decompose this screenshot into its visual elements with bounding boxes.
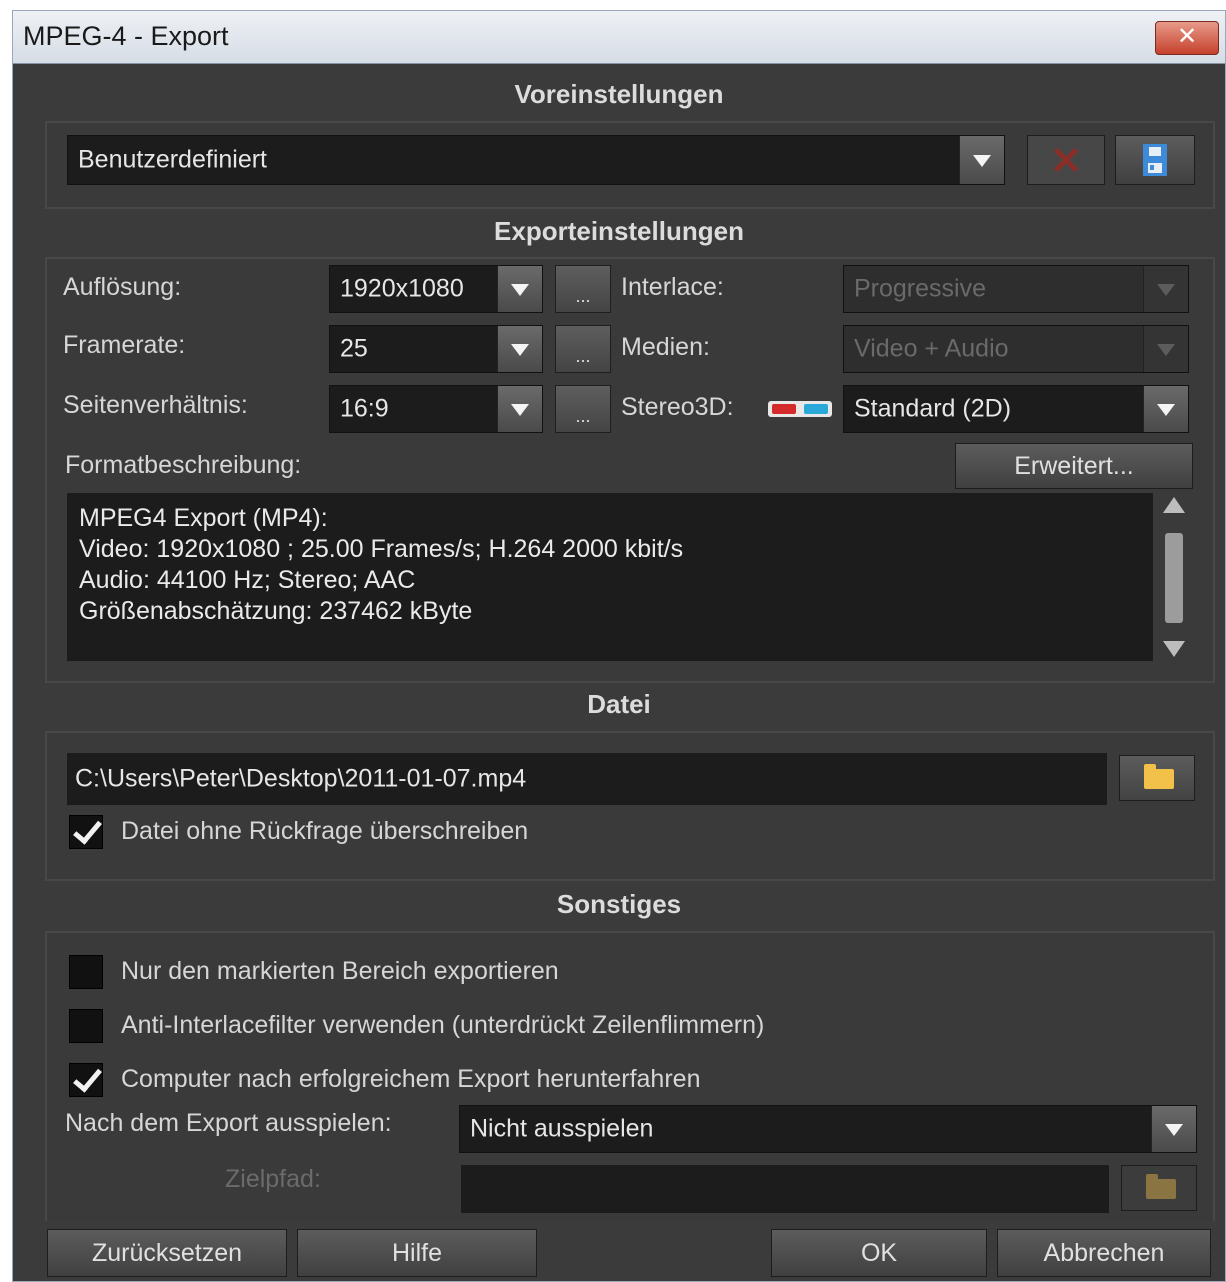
description-line: Audio: 44100 Hz; Stereo; AAC xyxy=(79,566,416,594)
export-settings-panel: Auflösung: 1920x1080 ... Framerate: 25 .… xyxy=(45,257,1215,683)
description-line: MPEG4 Export (MP4): xyxy=(79,504,328,532)
browse-file-button[interactable] xyxy=(1119,755,1195,801)
misc-section-title: Sonstiges xyxy=(556,889,682,919)
cancel-button[interactable]: Abbrechen xyxy=(997,1229,1211,1277)
target-path-field[interactable] xyxy=(461,1165,1109,1213)
interlace-label: Interlace: xyxy=(621,273,724,301)
format-description-label: Formatbeschreibung: xyxy=(65,451,302,479)
description-line: Größenabschätzung: 237462 kByte xyxy=(79,597,473,625)
export-settings-section-title: Exporteinstellungen xyxy=(494,216,744,246)
file-path-field[interactable]: C:\Users\Peter\Desktop\2011-01-07.mp4 xyxy=(67,753,1107,805)
3d-glasses-icon xyxy=(768,401,832,417)
chevron-down-icon xyxy=(497,326,542,372)
presets-panel: Benutzerdefiniert xyxy=(45,121,1215,209)
interlace-value: Progressive xyxy=(854,274,986,303)
overwrite-checkbox[interactable] xyxy=(69,815,103,849)
description-line: Video: 1920x1080 ; 25.00 Frames/s; H.264… xyxy=(79,535,684,563)
only-marked-label: Nur den markierten Bereich exportieren xyxy=(121,957,559,985)
resolution-value: 1920x1080 xyxy=(340,274,464,303)
description-scrollbar[interactable] xyxy=(1161,493,1187,661)
stereo3d-value: Standard (2D) xyxy=(854,394,1012,423)
scroll-up-arrow-icon[interactable] xyxy=(1163,497,1185,513)
format-description-box: MPEG4 Export (MP4): Video: 1920x1080 ; 2… xyxy=(67,493,1153,661)
title-bar: MPEG-4 - Export ✕ xyxy=(13,11,1225,64)
aspect-value: 16:9 xyxy=(340,394,389,423)
framerate-value: 25 xyxy=(340,334,368,363)
window-title: MPEG-4 - Export xyxy=(23,21,229,51)
framerate-label: Framerate: xyxy=(63,331,186,359)
media-value: Video + Audio xyxy=(854,334,1009,363)
save-preset-button[interactable] xyxy=(1115,135,1195,185)
delete-preset-button[interactable] xyxy=(1027,135,1105,185)
anti-interlace-checkbox[interactable] xyxy=(69,1009,103,1043)
playout-select[interactable]: Nicht ausspielen xyxy=(459,1105,1197,1153)
preset-select-value: Benutzerdefiniert xyxy=(78,145,268,174)
scroll-thumb[interactable] xyxy=(1165,533,1183,623)
shutdown-label: Computer nach erfolgreichem Export herun… xyxy=(121,1065,701,1093)
ok-button[interactable]: OK xyxy=(771,1229,987,1277)
overwrite-label: Datei ohne Rückfrage überschreiben xyxy=(121,817,529,845)
misc-panel: Nur den markierten Bereich exportieren A… xyxy=(45,931,1215,1221)
resolution-label: Auflösung: xyxy=(63,273,182,301)
target-path-label: Zielpfad: xyxy=(225,1165,321,1193)
chevron-down-icon xyxy=(959,136,1004,184)
delete-x-icon xyxy=(1054,148,1078,172)
file-panel: C:\Users\Peter\Desktop\2011-01-07.mp4 Da… xyxy=(45,731,1215,881)
framerate-more-button[interactable]: ... xyxy=(555,325,611,373)
export-dialog: MPEG-4 - Export ✕ Voreinstellungen Benut… xyxy=(12,10,1226,1282)
preset-select[interactable]: Benutzerdefiniert xyxy=(67,135,1005,185)
close-button[interactable]: ✕ xyxy=(1155,21,1219,55)
resolution-select[interactable]: 1920x1080 xyxy=(329,265,543,313)
interlace-select[interactable]: Progressive xyxy=(843,265,1189,313)
aspect-select[interactable]: 16:9 xyxy=(329,385,543,433)
reset-button[interactable]: Zurücksetzen xyxy=(47,1229,287,1277)
browse-target-button[interactable] xyxy=(1121,1165,1197,1211)
chevron-down-icon xyxy=(497,266,542,312)
folder-icon xyxy=(1144,764,1174,789)
file-path-value: C:\Users\Peter\Desktop\2011-01-07.mp4 xyxy=(75,764,527,793)
stereo3d-label: Stereo3D: xyxy=(621,393,734,421)
folder-icon xyxy=(1146,1174,1176,1199)
aspect-more-button[interactable]: ... xyxy=(555,385,611,433)
chevron-down-icon xyxy=(1143,386,1188,432)
shutdown-checkbox[interactable] xyxy=(69,1063,103,1097)
media-select[interactable]: Video + Audio xyxy=(843,325,1189,373)
anti-interlace-label: Anti-Interlacefilter verwenden (unterdrü… xyxy=(121,1011,765,1039)
presets-section-title: Voreinstellungen xyxy=(514,79,724,109)
chevron-down-icon xyxy=(497,386,542,432)
chevron-down-icon xyxy=(1151,1106,1196,1152)
framerate-select[interactable]: 25 xyxy=(329,325,543,373)
advanced-button[interactable]: Erweitert... xyxy=(955,443,1193,489)
chevron-down-icon xyxy=(1143,326,1188,372)
scroll-down-arrow-icon[interactable] xyxy=(1163,641,1185,657)
help-button[interactable]: Hilfe xyxy=(297,1229,537,1277)
file-section-title: Datei xyxy=(587,689,651,719)
stereo3d-select[interactable]: Standard (2D) xyxy=(843,385,1189,433)
playout-value: Nicht ausspielen xyxy=(470,1114,654,1143)
chevron-down-icon xyxy=(1143,266,1188,312)
aspect-label: Seitenverhältnis: xyxy=(63,391,248,419)
only-marked-checkbox[interactable] xyxy=(69,955,103,989)
resolution-more-button[interactable]: ... xyxy=(555,265,611,313)
save-disk-icon xyxy=(1143,144,1167,176)
media-label: Medien: xyxy=(621,333,710,361)
playout-label: Nach dem Export ausspielen: xyxy=(65,1109,392,1137)
